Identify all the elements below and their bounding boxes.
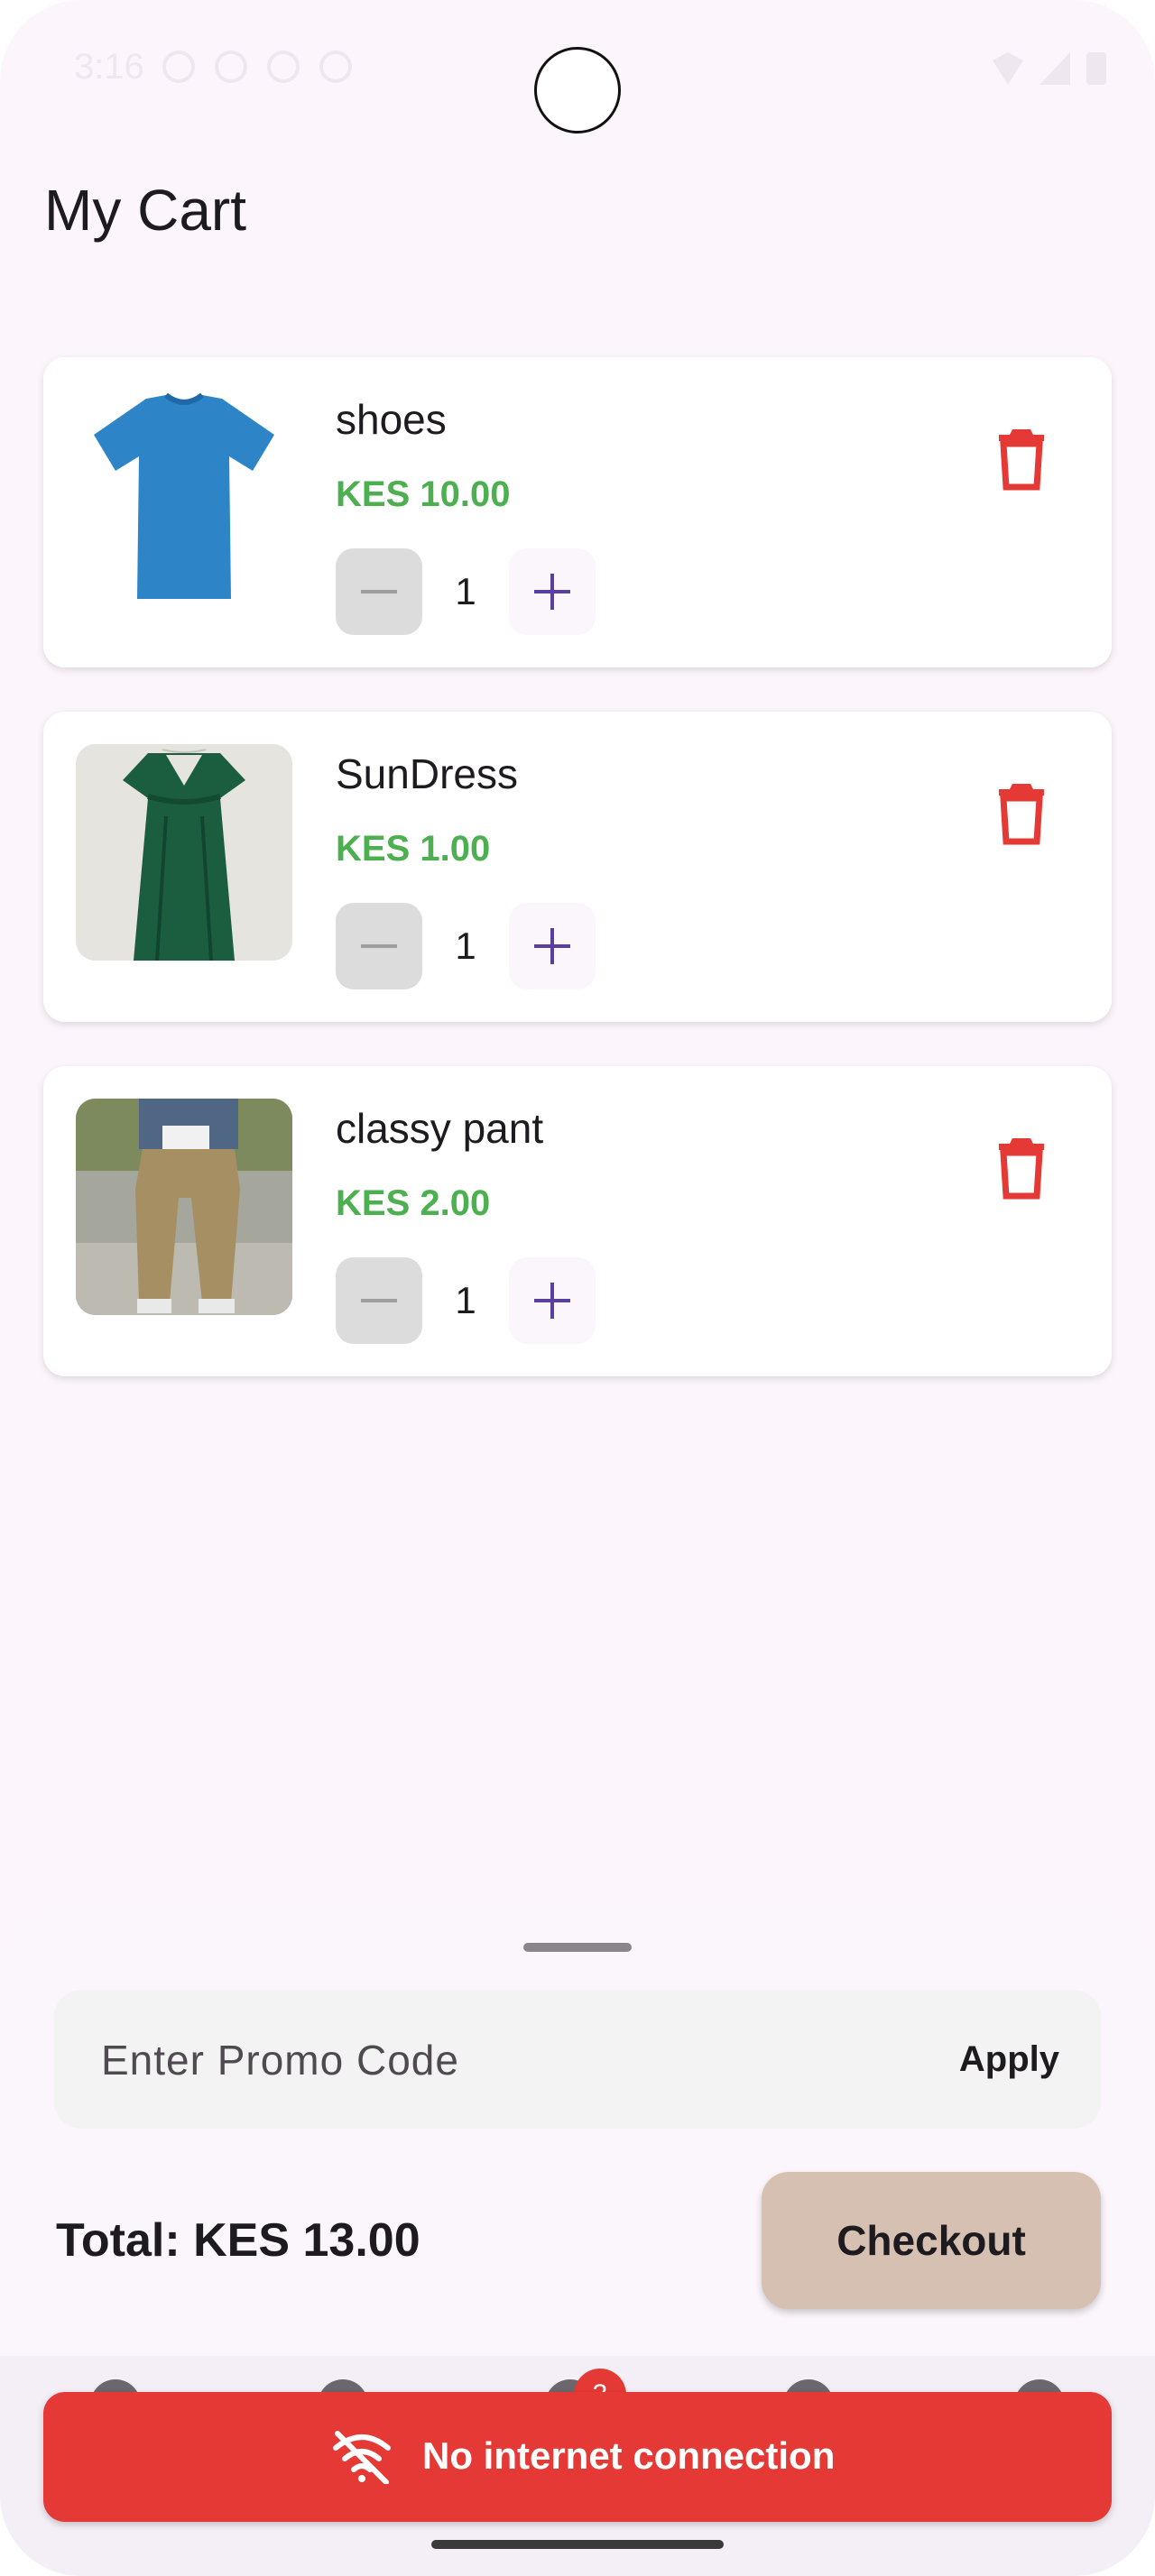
snackbar-message: No internet connection bbox=[422, 2434, 836, 2477]
cart-item: shoes KES 10.00 1 bbox=[43, 357, 1112, 667]
battery-icon bbox=[1086, 52, 1106, 85]
trash-icon bbox=[999, 1138, 1044, 1200]
item-name: SunDress bbox=[336, 750, 518, 797]
increase-quantity-button[interactable] bbox=[509, 903, 596, 989]
checkout-button[interactable]: Checkout bbox=[762, 2172, 1101, 2309]
promo-code-field: Apply bbox=[54, 1990, 1101, 2130]
signal-icon bbox=[1040, 52, 1070, 85]
system-icons bbox=[993, 52, 1106, 85]
no-connection-snackbar: No internet connection bbox=[43, 2392, 1112, 2522]
notification-icons bbox=[162, 51, 352, 83]
gesture-navigation-bar[interactable] bbox=[431, 2540, 724, 2549]
item-name: shoes bbox=[336, 396, 447, 443]
promo-code-input[interactable] bbox=[99, 1990, 915, 2130]
apply-promo-button[interactable]: Apply bbox=[954, 2029, 1065, 2089]
camera-cutout bbox=[534, 47, 621, 133]
decrease-quantity-button[interactable] bbox=[336, 903, 422, 989]
notification-icon bbox=[319, 51, 352, 83]
product-image bbox=[76, 744, 292, 961]
phone-screen: 3:16 My Cart shoes KES 10.00 1 SunDress … bbox=[0, 0, 1155, 2576]
wifi-off-icon bbox=[333, 2431, 391, 2484]
cart-item: classy pant KES 2.00 1 bbox=[43, 1066, 1112, 1376]
delete-item-button[interactable] bbox=[985, 1131, 1058, 1203]
decrease-quantity-button[interactable] bbox=[336, 548, 422, 635]
status-bar: 3:16 bbox=[0, 0, 1155, 135]
item-quantity: 1 bbox=[455, 570, 476, 612]
status-time: 3:16 bbox=[74, 47, 144, 87]
product-image bbox=[76, 1099, 292, 1315]
tshirt-icon bbox=[76, 390, 292, 606]
wifi-icon bbox=[993, 52, 1023, 85]
page-title: My Cart bbox=[44, 178, 246, 243]
notification-icon bbox=[267, 51, 300, 83]
item-price: KES 1.00 bbox=[336, 829, 491, 869]
item-quantity: 1 bbox=[455, 1279, 476, 1321]
item-name: classy pant bbox=[336, 1105, 544, 1152]
pants-icon bbox=[76, 1099, 292, 1315]
decrease-quantity-button[interactable] bbox=[336, 1257, 422, 1344]
dress-icon bbox=[76, 744, 292, 961]
item-quantity: 1 bbox=[455, 925, 476, 967]
notification-icon bbox=[215, 51, 247, 83]
product-image bbox=[76, 390, 292, 606]
delete-item-button[interactable] bbox=[985, 777, 1058, 849]
trash-icon bbox=[999, 784, 1044, 845]
item-price: KES 2.00 bbox=[336, 1183, 491, 1223]
notification-icon bbox=[162, 51, 195, 83]
increase-quantity-button[interactable] bbox=[509, 1257, 596, 1344]
delete-item-button[interactable] bbox=[985, 422, 1058, 494]
increase-quantity-button[interactable] bbox=[509, 548, 596, 635]
cart-item: SunDress KES 1.00 1 bbox=[43, 712, 1112, 1022]
cart-total: Total: KES 13.00 bbox=[56, 2214, 420, 2267]
item-price: KES 10.00 bbox=[336, 474, 511, 514]
trash-icon bbox=[999, 429, 1044, 491]
sheet-drag-handle[interactable] bbox=[523, 1943, 632, 1952]
